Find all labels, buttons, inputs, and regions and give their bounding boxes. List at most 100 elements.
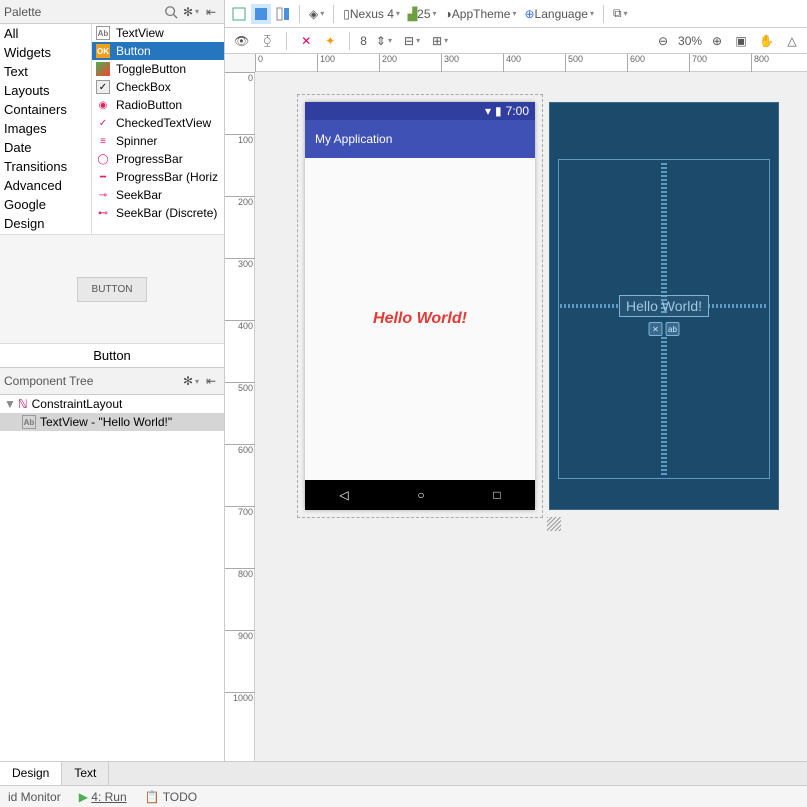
- device-selector[interactable]: ▯Nexus 4: [340, 4, 403, 24]
- constraint-spring-bottom: [661, 335, 667, 475]
- align-icon[interactable]: ⊟: [401, 31, 423, 51]
- bottom-tabs: Design Text: [0, 761, 807, 785]
- category-item[interactable]: Advanced: [0, 176, 91, 195]
- ruler-tick: 700: [689, 54, 707, 72]
- palette-categories: AllWidgetsTextLayoutsContainersImagesDat…: [0, 24, 92, 234]
- design-subtoolbar: 👁 ⧲ ✕ ✦ 8 ⇕ ⊟ ⊞ ⊖ 30% ⊕ ▣ ✋ △: [225, 28, 807, 54]
- warnings-icon[interactable]: △: [783, 31, 801, 51]
- android-monitor[interactable]: id Monitor: [8, 790, 61, 804]
- language-selector[interactable]: ⊕Language: [521, 4, 596, 24]
- ruler-horizontal: 0100200300400500600700800: [255, 54, 807, 72]
- palette-body: AllWidgetsTextLayoutsContainersImagesDat…: [0, 24, 224, 234]
- ruler-tick: 300: [441, 54, 459, 72]
- collapse-icon[interactable]: ⇤: [202, 372, 220, 390]
- widget-item[interactable]: ◉RadioButton: [92, 96, 224, 114]
- textview-icon: Ab: [22, 415, 36, 429]
- selection-outline: [297, 94, 543, 518]
- ruler-tick: 100: [317, 54, 335, 72]
- ruler-tick: 400: [225, 320, 255, 331]
- view-design-icon[interactable]: [229, 4, 249, 24]
- tree-root-label: ConstraintLayout: [32, 397, 123, 411]
- view-both-icon[interactable]: [273, 4, 293, 24]
- zoom-in-icon[interactable]: ⊕: [708, 31, 726, 51]
- widget-preview: BUTTON: [0, 234, 224, 344]
- preview-button[interactable]: BUTTON: [77, 277, 148, 302]
- category-item[interactable]: Google: [0, 195, 91, 214]
- delete-constraint-icon[interactable]: ✕: [649, 322, 663, 336]
- palette-title: Palette: [4, 5, 160, 19]
- resize-handle[interactable]: [547, 517, 561, 531]
- widget-item[interactable]: ◯ProgressBar: [92, 150, 224, 168]
- gear-icon[interactable]: ✻: [182, 372, 200, 390]
- search-icon[interactable]: [162, 3, 180, 21]
- pack-icon[interactable]: ⊞: [429, 31, 451, 51]
- zoom-fit-icon[interactable]: ▣: [732, 31, 750, 51]
- component-tree-header: Component Tree ✻ ⇤: [0, 368, 224, 395]
- widget-item[interactable]: ⊷SeekBar (Discrete): [92, 204, 224, 222]
- default-margin[interactable]: 8: [360, 34, 367, 48]
- tree-root[interactable]: ▼ ℕ ConstraintLayout: [0, 395, 224, 413]
- ruler-tick: 900: [225, 630, 255, 641]
- blueprint-view[interactable]: Hello World! ✕ ab: [549, 102, 779, 510]
- category-item[interactable]: Widgets: [0, 43, 91, 62]
- category-item[interactable]: Layouts: [0, 81, 91, 100]
- category-item[interactable]: Containers: [0, 100, 91, 119]
- ruler-tick: 500: [225, 382, 255, 393]
- category-item[interactable]: Images: [0, 119, 91, 138]
- widget-item[interactable]: OKButton: [92, 42, 224, 60]
- zoom-out-icon[interactable]: ⊖: [654, 31, 672, 51]
- constraint-spring-left: [560, 304, 620, 308]
- widget-item[interactable]: ≡Spinner: [92, 132, 224, 150]
- orientation-icon[interactable]: ◈: [306, 4, 327, 24]
- ruler-tick: 0: [255, 54, 263, 72]
- eye-icon[interactable]: 👁: [231, 31, 252, 51]
- design-toolbar: ◈ ▯Nexus 4 ▟25 ◑AppTheme ⊕Language ⧉: [225, 0, 807, 28]
- magnet-icon[interactable]: ⧲: [258, 31, 276, 51]
- tree-child-label: TextView - "Hello World!": [40, 415, 172, 429]
- category-item[interactable]: Date: [0, 138, 91, 157]
- ruler-tick: 700: [225, 506, 255, 517]
- margin-icon[interactable]: ⇕: [373, 31, 395, 51]
- blueprint-hello-text[interactable]: Hello World!: [619, 295, 709, 317]
- todo-tool[interactable]: 📋 TODO: [145, 790, 198, 804]
- ruler-tick: 1000: [225, 692, 255, 703]
- category-item[interactable]: Transitions: [0, 157, 91, 176]
- pan-icon[interactable]: ✋: [756, 31, 777, 51]
- variant-icon[interactable]: ⧉: [610, 4, 631, 24]
- collapse-icon[interactable]: ⇤: [202, 3, 220, 21]
- widget-item[interactable]: AbTextView: [92, 24, 224, 42]
- ruler-tick: 800: [225, 568, 255, 579]
- tab-design[interactable]: Design: [0, 762, 62, 785]
- infer-constraints-icon[interactable]: ✦: [321, 31, 339, 51]
- category-item[interactable]: All: [0, 24, 91, 43]
- clear-constraints-icon[interactable]: ✕: [297, 31, 315, 51]
- ruler-tick: 600: [225, 444, 255, 455]
- palette-header: Palette ✻ ⇤: [0, 0, 224, 24]
- widget-item[interactable]: ━ProgressBar (Horiz: [92, 168, 224, 186]
- gear-icon[interactable]: ✻: [182, 3, 200, 21]
- theme-selector[interactable]: ◑AppTheme: [442, 4, 520, 24]
- category-item[interactable]: Design: [0, 214, 91, 233]
- design-canvas[interactable]: ▾ ▮ 7:00 My Application Hello World! ◁ ○…: [255, 72, 807, 761]
- ruler-tick: 300: [225, 258, 255, 269]
- constraint-spring-top: [661, 163, 667, 313]
- tree-child[interactable]: Ab TextView - "Hello World!": [0, 413, 224, 431]
- category-item[interactable]: Text: [0, 62, 91, 81]
- ruler-tick: 400: [503, 54, 521, 72]
- run-tool[interactable]: ▶ 4: Run: [79, 790, 127, 804]
- tab-text[interactable]: Text: [62, 762, 109, 785]
- baseline-icon[interactable]: ab: [666, 322, 680, 336]
- widget-item[interactable]: ⊸SeekBar: [92, 186, 224, 204]
- constraint-spring-right: [708, 304, 768, 308]
- chevron-down-icon[interactable]: ▼: [4, 397, 14, 411]
- selected-widget-label: Button: [0, 344, 224, 368]
- widget-item[interactable]: ✓CheckedTextView: [92, 114, 224, 132]
- ruler-tick: 200: [225, 196, 255, 207]
- zoom-level: 30%: [678, 34, 702, 48]
- widget-item[interactable]: ToggleButton: [92, 60, 224, 78]
- view-blueprint-icon[interactable]: [251, 4, 271, 24]
- api-selector[interactable]: ▟25: [405, 4, 440, 24]
- widget-item[interactable]: ✓CheckBox: [92, 78, 224, 96]
- design-canvas-wrap: 0100200300400500600700800 01002003004005…: [225, 54, 807, 761]
- device-preview[interactable]: ▾ ▮ 7:00 My Application Hello World! ◁ ○…: [305, 102, 535, 510]
